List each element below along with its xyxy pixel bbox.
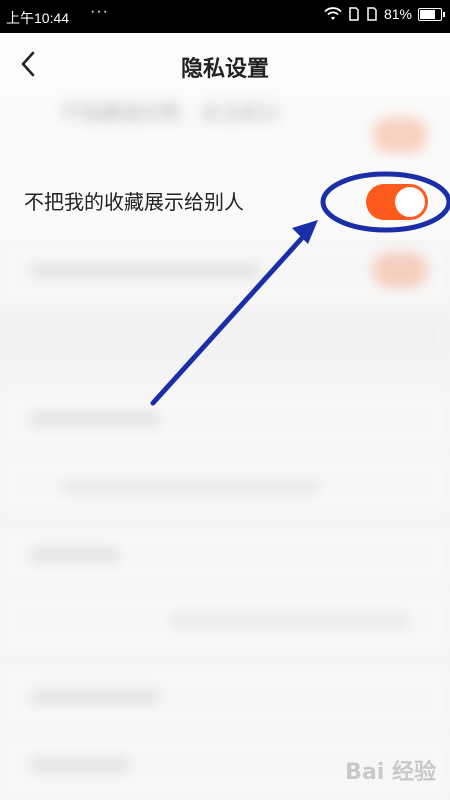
blurred-text-bar [30, 548, 120, 562]
blurred-toggle [372, 252, 428, 288]
wifi-icon [324, 7, 342, 20]
blurred-text-bar [30, 264, 260, 278]
blurred-text-bar [60, 480, 320, 494]
blurred-row-5 [0, 528, 450, 586]
blurred-row-6 [0, 592, 450, 652]
battery-percent: 81% [383, 6, 412, 22]
status-bar: 上午10:44 ··· 81% [0, 0, 450, 33]
battery-icon [418, 7, 445, 21]
page-title: 隐私设置 [180, 57, 269, 82]
setting-label-hide-favorites: 不把我的收藏展示给别人 [24, 190, 244, 214]
blurred-text-bar [30, 690, 160, 704]
blurred-row-2 [0, 240, 450, 302]
sim-2-icon [367, 7, 377, 21]
blurred-text-bar [30, 758, 130, 772]
blurred-setting-row: 不隐藏我的赞、关注和分 [0, 95, 450, 160]
battery-fill [420, 9, 435, 19]
more-dots-icon: ··· [90, 3, 109, 20]
blurred-row-3 [0, 390, 450, 450]
blurred-row-4 [0, 458, 450, 514]
hide-favorites-toggle[interactable] [366, 184, 428, 220]
blurred-toggle [372, 117, 428, 153]
blurred-gap [0, 308, 450, 362]
status-right-group: 81% [324, 6, 445, 22]
sim-1-icon [349, 7, 359, 21]
blurred-row-7 [0, 668, 450, 728]
blurred-setting-text: 不隐藏我的赞、关注和分 [60, 101, 280, 125]
status-time: 上午10:44 [6, 10, 70, 26]
blurred-text-bar [30, 412, 160, 426]
toggle-knob [395, 187, 425, 217]
nav-bar: 隐私设置 [0, 33, 450, 95]
blurred-text-bar [170, 614, 410, 628]
watermark: Bai 经验 [345, 760, 436, 785]
